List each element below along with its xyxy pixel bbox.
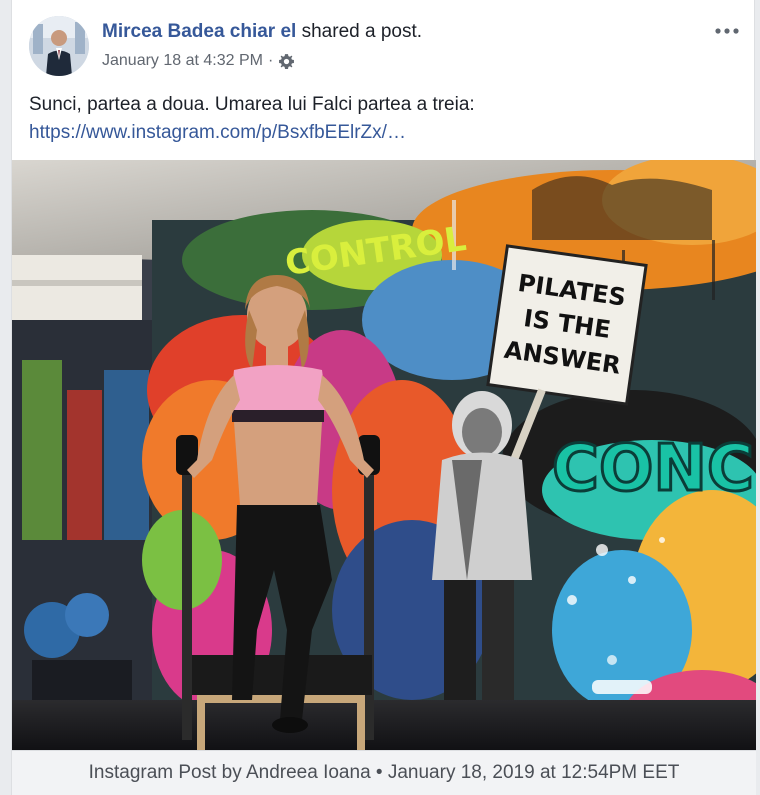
more-options-button[interactable]: [712, 20, 742, 42]
avatar-image: [29, 16, 89, 76]
gym-graffiti-photo: CONTROL CONCE PILATES IS THE ANSWER: [12, 160, 756, 750]
meta-separator: ·: [267, 52, 274, 69]
post-card: Mircea Badea chiar el shared a post. Jan…: [11, 0, 756, 795]
shared-photo[interactable]: CONTROL CONCE PILATES IS THE ANSWER: [12, 160, 756, 750]
instagram-link[interactable]: https://www.instagram.com/p/BsxfbEElrZx/…: [29, 119, 740, 147]
author-name-link[interactable]: Mircea Badea chiar el: [102, 21, 296, 42]
graffiti-word-conce: CONCE: [552, 432, 756, 506]
attachment-caption-text: Instagram Post by Andreea Ioana • Januar…: [88, 762, 680, 783]
post-timestamp[interactable]: January 18 at 4:32 PM: [102, 52, 263, 70]
gear-icon[interactable]: [278, 53, 295, 70]
attachment-caption[interactable]: Instagram Post by Andreea Ioana • Januar…: [12, 750, 756, 795]
post-message-text: Sunci, partea a doua. Umarea lui Falci p…: [29, 94, 475, 115]
share-action-text: shared a post.: [296, 21, 423, 42]
post-header: Mircea Badea chiar el shared a post. Jan…: [29, 16, 742, 76]
post-message: Sunci, partea a doua. Umarea lui Falci p…: [29, 91, 740, 147]
post-meta: January 18 at 4:32 PM ·: [102, 52, 295, 70]
more-options-icon: [715, 28, 739, 34]
author-line: Mircea Badea chiar el shared a post.: [102, 21, 422, 43]
avatar[interactable]: [29, 16, 89, 76]
